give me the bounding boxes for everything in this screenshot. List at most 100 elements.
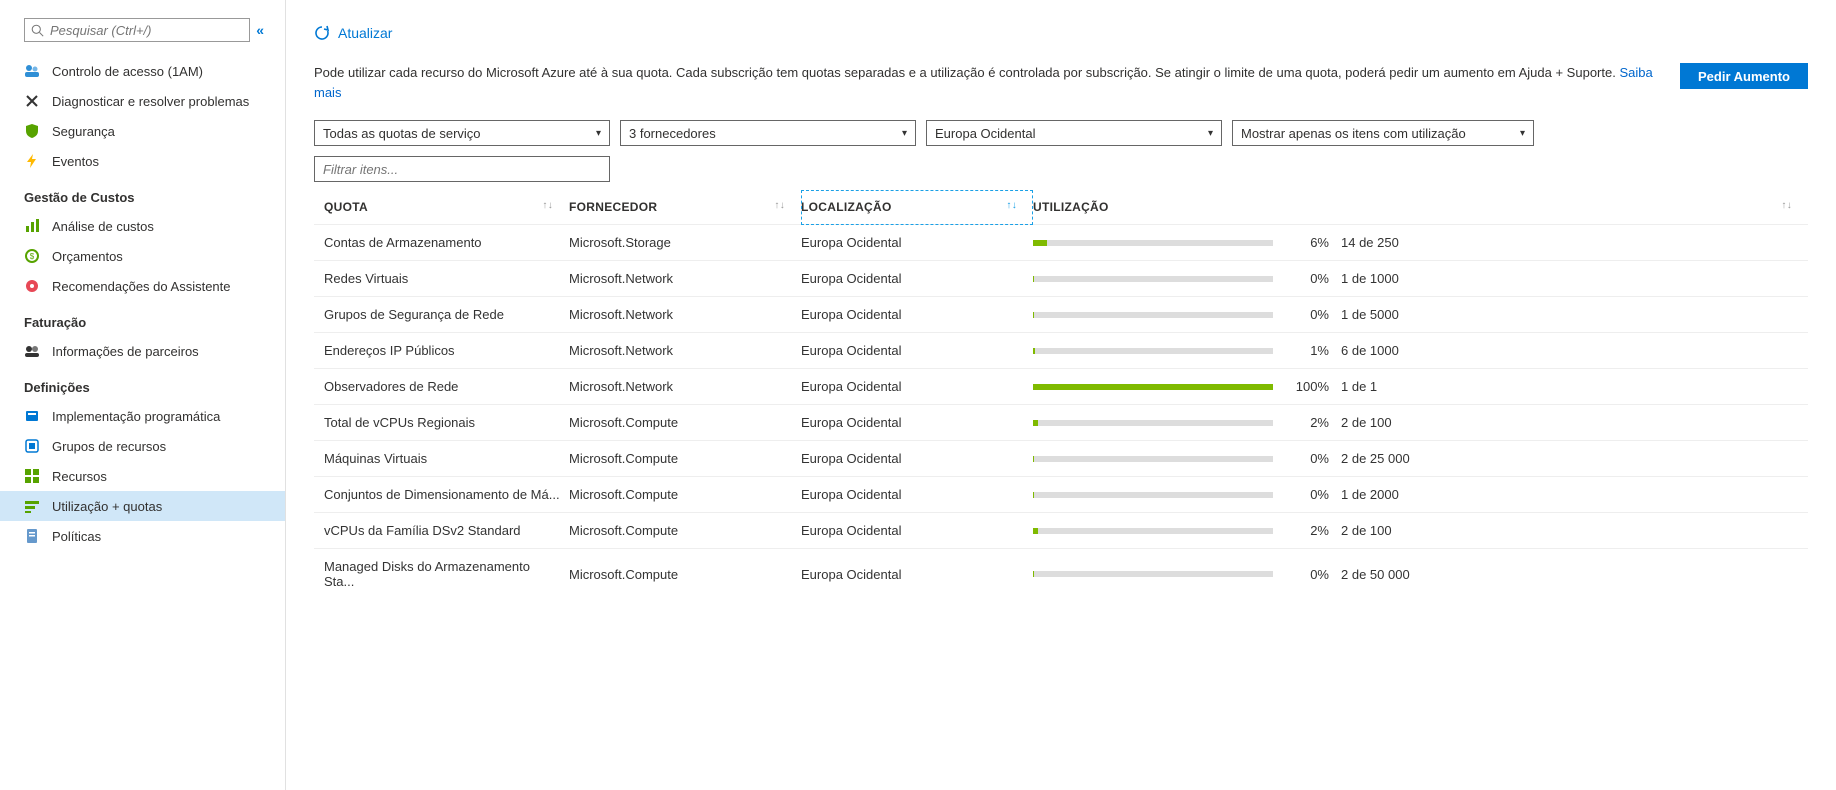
grid-icon: [24, 468, 40, 484]
table-row[interactable]: Contas de ArmazenamentoMicrosoft.Storage…: [314, 225, 1808, 261]
sidebar: « Controlo de acesso (1AM) Diagnosticar e…: [0, 0, 286, 790]
cell-quota: Redes Virtuais: [314, 261, 569, 297]
usage-ratio: 1 de 2000: [1341, 487, 1451, 502]
nav-item-policy[interactable]: Políticas: [0, 521, 285, 551]
nav-item-label: Segurança: [52, 124, 115, 139]
filter-providers[interactable]: 3 fornecedores▾: [620, 120, 916, 146]
cell-provider: Microsoft.Compute: [569, 441, 801, 477]
chevron-down-icon: ▾: [596, 128, 601, 139]
nav-item-budget[interactable]: $Orçamentos: [0, 241, 285, 271]
nav-item-advisor[interactable]: Recomendações do Assistente: [0, 271, 285, 301]
nav-item-label: Recomendações do Assistente: [52, 279, 231, 294]
cell-provider: Microsoft.Network: [569, 369, 801, 405]
rg-icon: [24, 438, 40, 454]
cell-location: Europa Ocidental: [801, 405, 1033, 441]
usage-bar: [1033, 420, 1273, 426]
nav-item-tools[interactable]: Diagnosticar e resolver problemas: [0, 86, 285, 116]
chevron-down-icon: ▾: [902, 128, 907, 139]
sort-icon: ↑↓: [542, 200, 553, 211]
usage-percent: 0%: [1285, 487, 1329, 502]
nav-item-shield[interactable]: Segurança: [0, 116, 285, 146]
cell-quota: vCPUs da Família DSv2 Standard: [314, 513, 569, 549]
nav-item-label: Eventos: [52, 154, 99, 169]
collapse-sidebar-icon[interactable]: «: [256, 22, 261, 38]
col-location[interactable]: LOCALIZAÇÃO↑↓: [801, 190, 1033, 225]
refresh-button[interactable]: Atualizar: [314, 25, 392, 41]
table-row[interactable]: Observadores de RedeMicrosoft.NetworkEur…: [314, 369, 1808, 405]
nav-item-label: Controlo de acesso (1AM): [52, 64, 203, 79]
request-increase-button[interactable]: Pedir Aumento: [1680, 63, 1808, 89]
sort-icon: ↑↓: [774, 200, 785, 211]
col-quota[interactable]: QUOTA↑↓: [314, 190, 569, 225]
main-content: Atualizar Pode utilizar cada recurso do …: [286, 0, 1836, 790]
cell-utilization: 0% 1 de 1000: [1033, 261, 1808, 297]
tools-icon: [24, 93, 40, 109]
chevron-down-icon: ▾: [1208, 128, 1213, 139]
filter-region[interactable]: Europa Ocidental▾: [926, 120, 1222, 146]
cell-location: Europa Ocidental: [801, 333, 1033, 369]
nav-item-label: Utilização + quotas: [52, 499, 162, 514]
usage-percent: 2%: [1285, 523, 1329, 538]
cell-quota: Observadores de Rede: [314, 369, 569, 405]
col-utilization[interactable]: UTILIZAÇÃO↑↓: [1033, 190, 1808, 225]
usage-percent: 0%: [1285, 451, 1329, 466]
col-provider[interactable]: FORNECEDOR↑↓: [569, 190, 801, 225]
nav-item-rg[interactable]: Grupos de recursos: [0, 431, 285, 461]
usage-bar: [1033, 492, 1273, 498]
quota-table: QUOTA↑↓ FORNECEDOR↑↓ LOCALIZAÇÃO↑↓ UTILI…: [314, 190, 1808, 599]
nav-item-label: Políticas: [52, 529, 101, 544]
policy-icon: [24, 528, 40, 544]
nav-item-bolt[interactable]: Eventos: [0, 146, 285, 176]
usage-ratio: 1 de 5000: [1341, 307, 1451, 322]
cell-utilization: 2%2 de 100: [1033, 405, 1808, 441]
filter-usage-only[interactable]: Mostrar apenas os itens com utilização ▾: [1232, 120, 1534, 146]
cell-provider: Microsoft.Compute: [569, 477, 801, 513]
nav-item-analysis[interactable]: Análise de custos: [0, 211, 285, 241]
table-row[interactable]: Grupos de Segurança de RedeMicrosoft.Net…: [314, 297, 1808, 333]
table-row[interactable]: Endereços IP PúblicosMicrosoft.NetworkEu…: [314, 333, 1808, 369]
filter-items-input[interactable]: [314, 156, 610, 182]
usage-percent: 6%: [1285, 235, 1329, 250]
table-row[interactable]: Redes VirtuaisMicrosoft.NetworkEuropa Oc…: [314, 261, 1808, 297]
usage-bar: [1033, 384, 1273, 390]
table-row[interactable]: vCPUs da Família DSv2 StandardMicrosoft.…: [314, 513, 1808, 549]
nav-item-deploy[interactable]: Implementação programática: [0, 401, 285, 431]
chevron-down-icon: ▾: [1520, 128, 1525, 139]
sidebar-search[interactable]: [24, 18, 250, 42]
section-billing: Faturação: [0, 301, 285, 336]
intro-body: Pode utilizar cada recurso do Microsoft …: [314, 65, 1619, 80]
cell-location: Europa Ocidental: [801, 513, 1033, 549]
table-row[interactable]: Máquinas VirtuaisMicrosoft.ComputeEuropa…: [314, 441, 1808, 477]
nav-item-people[interactable]: Controlo de acesso (1AM): [0, 56, 285, 86]
table-row[interactable]: Total de vCPUs RegionaisMicrosoft.Comput…: [314, 405, 1808, 441]
nav-item-quota[interactable]: Utilização + quotas: [0, 491, 285, 521]
refresh-icon: [314, 25, 330, 41]
nav-item-label: Informações de parceiros: [52, 344, 199, 359]
cell-quota: Conjuntos de Dimensionamento de Má...: [314, 477, 569, 513]
cell-utilization: 0%2 de 50 000: [1033, 549, 1808, 600]
usage-percent: 0%: [1285, 271, 1329, 286]
usage-ratio: 2 de 100: [1341, 415, 1451, 430]
quota-icon: [24, 498, 40, 514]
usage-ratio: 1 de 1000: [1341, 271, 1451, 286]
usage-ratio: 2 de 100: [1341, 523, 1451, 538]
nav-item-label: Implementação programática: [52, 409, 220, 424]
usage-percent: 100%: [1285, 379, 1329, 394]
cell-location: Europa Ocidental: [801, 477, 1033, 513]
nav-item-partner[interactable]: Informações de parceiros: [0, 336, 285, 366]
cell-provider: Microsoft.Network: [569, 261, 801, 297]
nav-item-grid[interactable]: Recursos: [0, 461, 285, 491]
usage-ratio: 6 de 1000: [1341, 343, 1451, 358]
sort-icon: ↑↓: [1781, 200, 1792, 211]
advisor-icon: [24, 278, 40, 294]
filter-d4-label: Mostrar apenas os itens com utilização: [1241, 126, 1466, 141]
sidebar-search-input[interactable]: [50, 23, 243, 38]
table-row[interactable]: Conjuntos de Dimensionamento de Má...Mic…: [314, 477, 1808, 513]
partner-icon: [24, 343, 40, 359]
usage-ratio: 2 de 25 000: [1341, 451, 1451, 466]
filter-service-quotas[interactable]: Todas as quotas de serviço▾: [314, 120, 610, 146]
svg-text:$: $: [30, 252, 35, 261]
usage-bar: [1033, 571, 1273, 577]
cell-utilization: 0%1 de 5000: [1033, 297, 1808, 333]
table-row[interactable]: Managed Disks do Armazenamento Sta...Mic…: [314, 549, 1808, 600]
